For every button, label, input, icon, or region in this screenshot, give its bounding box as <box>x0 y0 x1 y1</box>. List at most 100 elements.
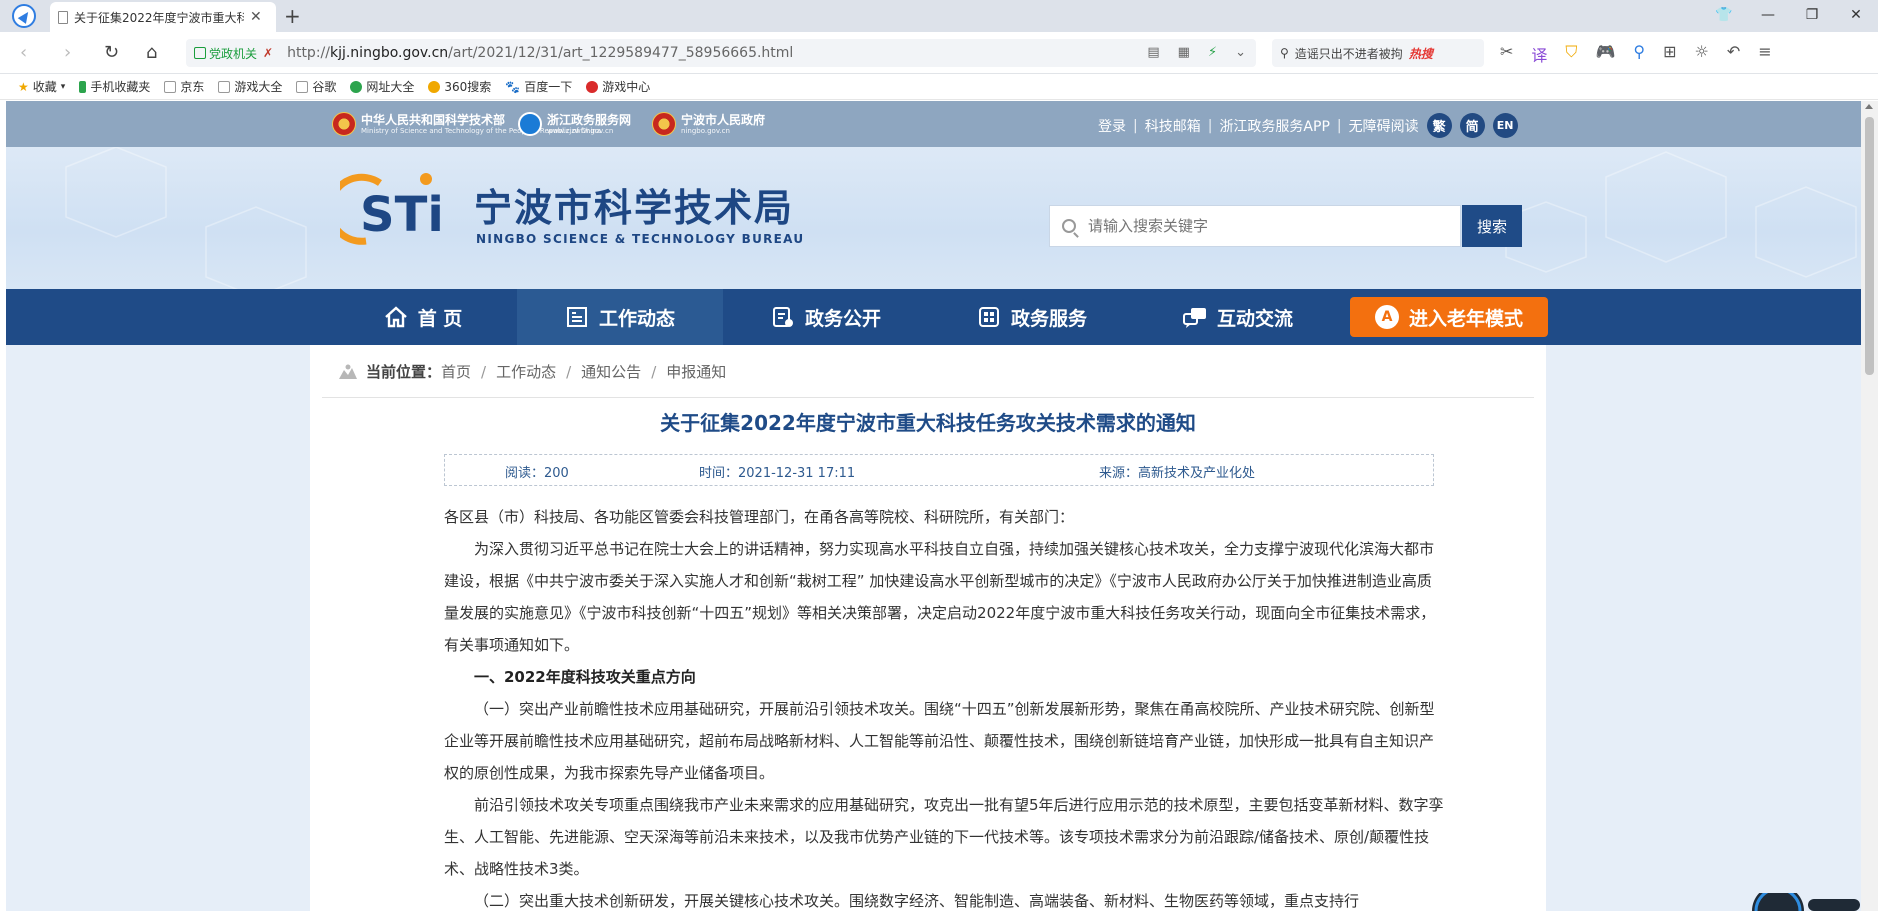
paragraph: （二）突出重大技术创新研发，开展关键核心技术攻关。围绕数字经济、智能制造、高端装… <box>474 892 1360 910</box>
url-field[interactable]: 党政机关 ✗ http://kjj.ningbo.gov.cn/art/2021… <box>186 39 1256 67</box>
svg-text:STi: STi <box>360 187 444 243</box>
elder-mode-button[interactable]: A 进入老年模式 <box>1350 297 1548 337</box>
paragraph: 各区县（市）科技局、各功能区管委会科技管理部门，在甬各高等院校、科研院所，有关部… <box>444 508 1075 526</box>
nav-gov-open[interactable]: 政务公开 <box>723 289 929 345</box>
paragraph: （一）突出产业前瞻性技术应用基础研究，开展前沿引领技术攻关。围绕“十四五”创新发… <box>444 700 1435 782</box>
search-button[interactable]: 搜索 <box>1462 205 1522 247</box>
bookmark-mobile[interactable]: 手机收藏夹 <box>79 78 150 95</box>
grid-icon <box>978 307 999 327</box>
top-links: 登录 | 科技邮箱 | 浙江政务服务APP | 无障碍阅读 繁 简 EN <box>1098 113 1518 138</box>
reader-icon[interactable]: ▤ <box>1147 45 1159 60</box>
reload-icon[interactable]: ↻ <box>104 42 119 63</box>
page-viewport: 中华人民共和国科学技术部 Ministry of Science and Tech… <box>6 101 1861 911</box>
home-icon <box>384 306 407 328</box>
divider <box>322 397 1534 398</box>
home-icon[interactable]: ⌂ <box>146 42 157 63</box>
read-count: 阅读：200 <box>505 466 569 481</box>
bookmark-google[interactable]: 谷歌 <box>296 78 336 95</box>
lightning-icon[interactable]: ⚡ <box>1208 45 1217 60</box>
location-icon <box>339 364 357 379</box>
page-icon <box>296 80 309 93</box>
publish-time: 时间：2021-12-31 17:11 <box>699 466 856 481</box>
bookmark-jd[interactable]: 京东 <box>164 78 204 95</box>
back-icon[interactable]: ‹ <box>20 42 27 63</box>
gamepad-icon[interactable]: 🎮 <box>1595 42 1615 66</box>
breadcrumb-notices[interactable]: 通知公告 <box>581 361 641 382</box>
document-icon <box>58 10 68 24</box>
tab-title: 关于征集2022年度宁波市重大科 <box>74 10 244 25</box>
document-edit-icon <box>772 307 793 327</box>
forward-icon[interactable]: › <box>64 42 71 63</box>
login-link[interactable]: 登录 <box>1098 116 1126 136</box>
shield-icon[interactable]: ⛉ <box>1565 42 1577 66</box>
article-title: 关于征集2022年度宁波市重大科技任务攻关技术需求的通知 <box>660 411 1196 435</box>
partner-zjzwfw[interactable]: 浙江政务服务网 www.zjzwfw.gov.cn <box>518 112 631 136</box>
lang-english[interactable]: EN <box>1492 113 1518 138</box>
top-strip: 中华人民共和国科学技术部 Ministry of Science and Tech… <box>6 101 1861 147</box>
bookmark-games[interactable]: 游戏大全 <box>218 78 282 95</box>
page-icon <box>218 80 231 93</box>
minimize-icon[interactable]: — <box>1746 0 1790 32</box>
paragraph: 前沿引领技术攻关专项重点围绕我市产业未来需求的应用基础研究，攻克出一批有望5年后… <box>444 796 1444 878</box>
nav-home[interactable]: 首 页 <box>320 289 526 345</box>
paw-icon: 🐾 <box>505 79 521 94</box>
phone-icon <box>79 80 87 93</box>
browser-logo-icon[interactable] <box>12 4 36 28</box>
scissors-icon[interactable]: ✂ <box>1500 42 1513 66</box>
mail-link[interactable]: 科技邮箱 <box>1145 116 1201 136</box>
bookmark-baidu[interactable]: 🐾 百度一下 <box>505 78 572 95</box>
main-nav: 首 页 工作动态 政务公开 政务服务 互动交流 A 进入老年模式 <box>6 289 1861 345</box>
apps-grid-icon[interactable]: ⊞ <box>1663 42 1676 66</box>
accessibility-link[interactable]: 无障碍阅读 <box>1349 116 1419 136</box>
undo-icon[interactable]: ↶ <box>1727 42 1740 66</box>
shirt-icon[interactable]: 👕 <box>1702 0 1746 32</box>
lang-traditional[interactable]: 繁 <box>1426 113 1452 138</box>
qr-icon[interactable]: ▦ <box>1178 45 1190 60</box>
page-icon <box>164 80 177 93</box>
search-icon <box>1062 219 1076 233</box>
bookmark-game-center[interactable]: 游戏中心 <box>586 78 650 95</box>
url-text: http://kjj.ningbo.gov.cn/art/2021/12/31/… <box>287 45 794 61</box>
site-subtitle: NINGBO SCIENCE & TECHNOLOGY BUREAU <box>476 232 805 246</box>
browser-search[interactable]: ⚲ 造谣只出不进者被拘 热搜 <box>1272 39 1484 67</box>
partner-ningbo-gov[interactable]: 宁波市人民政府 ningbo.gov.cn <box>652 112 765 136</box>
360-icon <box>428 80 441 93</box>
page-scrollbar[interactable] <box>1861 101 1878 911</box>
translate-icon[interactable]: 译 <box>1531 42 1547 66</box>
bookmarks-bar: ★ 收藏 ▾ 手机收藏夹 京东 游戏大全 谷歌 网址大全 360搜索 🐾 百度一下 游… <box>0 74 1878 100</box>
nav-work-news[interactable]: 工作动态 <box>517 289 723 345</box>
site-title: 宁波市科学技术局 <box>474 185 795 230</box>
bookmark-favorites[interactable]: ★ 收藏 ▾ <box>18 78 65 95</box>
national-emblem-icon <box>652 112 676 136</box>
app-link[interactable]: 浙江政务服务APP <box>1219 116 1329 136</box>
zjzwfw-logo-icon <box>518 112 542 136</box>
bookmark-360[interactable]: 360搜索 <box>428 78 491 95</box>
floating-widget[interactable] <box>1752 893 1862 911</box>
sti-logo: STi <box>340 173 444 245</box>
menu-icon[interactable]: ≡ <box>1758 42 1771 66</box>
scrollbar-thumb[interactable] <box>1865 117 1874 375</box>
magnifier-icon[interactable]: ⚲ <box>1633 42 1645 66</box>
nav-interaction[interactable]: 互动交流 <box>1135 289 1341 345</box>
restore-icon[interactable]: ❐ <box>1790 0 1834 32</box>
breadcrumb-home[interactable]: 首页 <box>441 361 471 382</box>
game-center-icon <box>586 80 599 93</box>
bookmark-hao[interactable]: 网址大全 <box>350 78 414 95</box>
site-search-input[interactable] <box>1088 217 1448 235</box>
article-meta: 阅读：200 时间：2021-12-31 17:11 来源：高新技术及产业化处 <box>444 454 1434 486</box>
new-tab-icon[interactable]: + <box>284 4 301 28</box>
lang-simplified[interactable]: 简 <box>1459 113 1485 138</box>
close-window-icon[interactable]: ✕ <box>1834 0 1878 32</box>
browser-tab-active[interactable]: 关于征集2022年度宁波市重大科 ✕ <box>50 2 276 32</box>
breadcrumb: 当前位置： 首页 / 工作动态 / 通知公告 / 申报通知 <box>338 361 726 382</box>
scroll-up-icon[interactable] <box>1865 104 1873 109</box>
breadcrumb-application[interactable]: 申报通知 <box>666 361 726 382</box>
news-icon <box>566 307 587 327</box>
breadcrumb-work-news[interactable]: 工作动态 <box>496 361 556 382</box>
brightness-icon[interactable]: ☼ <box>1694 42 1708 66</box>
search-icon: ⚲ <box>1280 46 1289 60</box>
header-banner: STi 宁波市科学技术局 NINGBO SCIENCE & TECHNOLOGY… <box>6 147 1861 289</box>
close-tab-icon[interactable]: ✕ <box>250 9 262 25</box>
nav-gov-service[interactable]: 政务服务 <box>929 289 1135 345</box>
chevron-down-icon[interactable]: ⌄ <box>1235 45 1246 60</box>
